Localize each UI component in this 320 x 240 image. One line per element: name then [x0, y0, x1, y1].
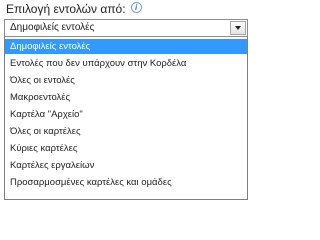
list-item-commands-not-in-ribbon[interactable]: Εντολές που δεν υπάρχουν στην Κορδέλα — [5, 56, 247, 71]
list-item-all-tabs[interactable]: Όλες οι καρτέλες — [5, 124, 247, 139]
list-item-file-tab[interactable]: Καρτέλα "Αρχείο" — [5, 107, 247, 122]
choose-commands-select[interactable]: Δημοφιλείς εντολές — [4, 19, 248, 37]
list-item-all-commands[interactable]: Όλες οι εντολές — [5, 73, 247, 88]
list-item-custom-tabs-and-groups[interactable]: Προσαρμοσμένες καρτέλες και ομάδες — [5, 175, 247, 190]
list-item-tool-tabs[interactable]: Καρτέλες εργαλείων — [5, 158, 247, 173]
select-current-value: Δημοφιλείς εντολές — [10, 22, 95, 33]
list-item-macros[interactable]: Μακροεντολές — [5, 90, 247, 105]
chevron-down-icon[interactable] — [230, 21, 246, 35]
choose-commands-label-row: Επιλογή εντολών από: i — [6, 1, 142, 17]
list-item-main-tabs[interactable]: Κύριες καρτέλες — [5, 141, 247, 156]
info-icon[interactable]: i — [130, 2, 142, 13]
choose-commands-label: Επιλογή εντολών από: — [6, 2, 126, 16]
choose-commands-dropdown-list: Δημοφιλείς εντολές Εντολές που δεν υπάρχ… — [4, 37, 248, 200]
list-item-popular-commands[interactable]: Δημοφιλείς εντολές — [5, 39, 247, 54]
